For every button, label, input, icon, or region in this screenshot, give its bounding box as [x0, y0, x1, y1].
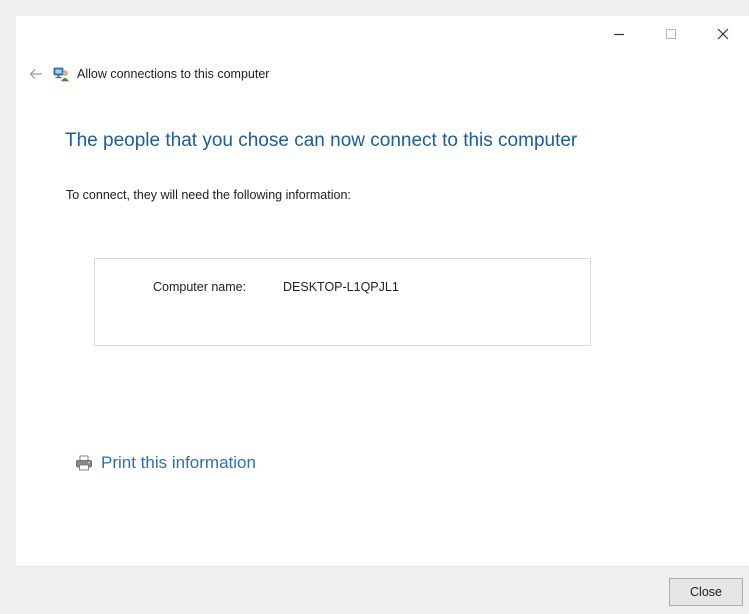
maximize-button[interactable]	[645, 16, 697, 52]
back-button[interactable]	[22, 64, 50, 84]
printer-icon	[76, 455, 92, 471]
maximize-icon	[666, 29, 676, 39]
print-link-label: Print this information	[101, 453, 256, 472]
minimize-icon	[614, 33, 624, 36]
network-users-icon	[53, 67, 69, 82]
close-icon	[717, 28, 729, 40]
dialog-window: Allow connections to this computer The p…	[16, 16, 749, 614]
navigation-bar: Allow connections to this computer	[16, 62, 269, 86]
connection-info-box: Computer name: DESKTOP-L1QPJL1	[94, 258, 591, 346]
print-information-link[interactable]: Print this information	[75, 453, 256, 473]
back-arrow-icon	[29, 69, 42, 79]
close-button[interactable]: Close	[669, 578, 743, 606]
instructions-text: To connect, they will need the following…	[66, 188, 351, 202]
minimize-button[interactable]	[593, 16, 645, 52]
caption-buttons	[593, 16, 749, 52]
dialog-footer: Close	[16, 566, 749, 614]
window-title: Allow connections to this computer	[77, 67, 270, 81]
computer-name-value: DESKTOP-L1QPJL1	[283, 280, 399, 294]
computer-name-label: Computer name:	[153, 280, 247, 294]
page-headline: The people that you chose can now connec…	[65, 130, 578, 151]
close-window-button[interactable]	[697, 16, 749, 52]
